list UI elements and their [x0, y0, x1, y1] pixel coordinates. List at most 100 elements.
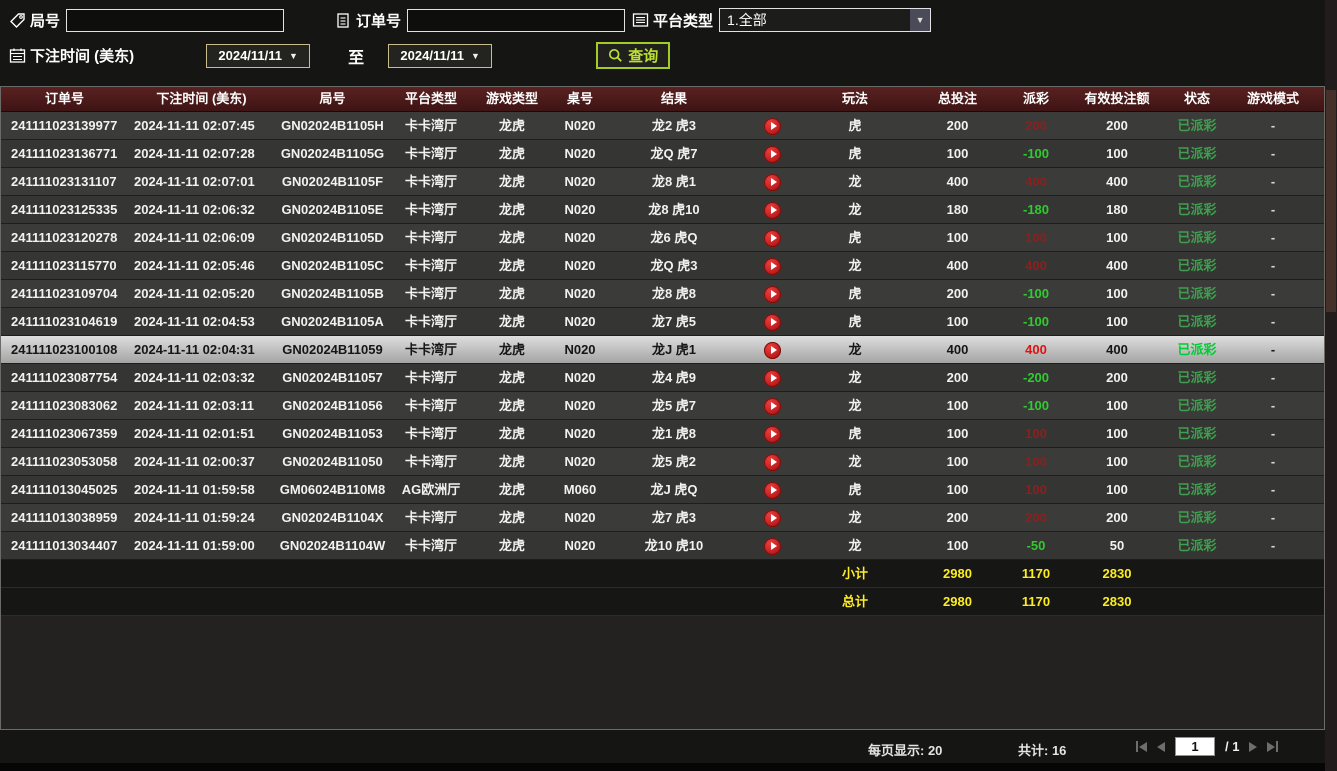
table-row[interactable]: 241111023053058 2024-11-11 02:00:37 GN02…: [1, 448, 1324, 476]
search-button[interactable]: 查询: [596, 42, 670, 69]
play-video-icon[interactable]: [764, 398, 781, 415]
cell-round: GN02024B1105A: [275, 308, 390, 335]
cell-platform: 卡卡湾厅: [390, 336, 472, 363]
table-row[interactable]: 241111023139977 2024-11-11 02:07:45 GN02…: [1, 112, 1324, 140]
cell-game-type: 龙虎: [472, 504, 552, 531]
app-window: 局号 订单号 平台类型 1.全部 ▼ 下注时间 (美东) 2024/11/11 …: [0, 0, 1337, 771]
cell-payout: 100: [1010, 420, 1062, 447]
platform-select[interactable]: 1.全部 ▼: [719, 8, 931, 32]
order-input[interactable]: [407, 9, 625, 32]
play-video-icon[interactable]: [764, 510, 781, 527]
play-video-icon[interactable]: [764, 370, 781, 387]
play-video-icon[interactable]: [764, 454, 781, 471]
play-video-icon[interactable]: [764, 146, 781, 163]
date-to-picker[interactable]: 2024/11/11 ▼: [388, 44, 492, 68]
cell-platform: 卡卡湾厅: [390, 392, 472, 419]
filter-bar-row2: 下注时间 (美东) 2024/11/11 ▼ 至 2024/11/11 ▼ 查询: [8, 42, 670, 69]
play-video-icon[interactable]: [764, 174, 781, 191]
cell-result: 龙10 虎10: [608, 532, 740, 559]
table-row[interactable]: 241111023104619 2024-11-11 02:04:53 GN02…: [1, 308, 1324, 336]
cell-total-bet: 180: [905, 196, 1010, 223]
play-video-icon[interactable]: [764, 426, 781, 443]
last-page-button[interactable]: [1267, 740, 1278, 754]
cell-game-type: 龙虎: [472, 336, 552, 363]
play-video-icon[interactable]: [764, 118, 781, 135]
cell-table-number: N020: [552, 308, 608, 335]
cell-game-mode: -: [1222, 364, 1324, 391]
play-video-icon[interactable]: [764, 538, 781, 555]
cell-bet-time: 2024-11-11 02:03:11: [128, 392, 275, 419]
table-row[interactable]: 241111023100108 2024-11-11 02:04:31 GN02…: [1, 336, 1324, 364]
cell-payout: -50: [1010, 532, 1062, 559]
col-header-payout: 派彩: [1010, 87, 1062, 111]
table-row[interactable]: 241111023083062 2024-11-11 02:03:11 GN02…: [1, 392, 1324, 420]
table-row[interactable]: 241111013034407 2024-11-11 01:59:00 GN02…: [1, 532, 1324, 560]
cell-game-mode: -: [1222, 196, 1324, 223]
platform-list-icon: [631, 11, 649, 29]
cell-video: [740, 168, 805, 195]
table-row[interactable]: 241111023131107 2024-11-11 02:07:01 GN02…: [1, 168, 1324, 196]
round-input[interactable]: [66, 9, 284, 32]
cell-table-number: N020: [552, 420, 608, 447]
scrollbar-thumb[interactable]: [1326, 90, 1336, 312]
table-row[interactable]: 241111023125335 2024-11-11 02:06:32 GN02…: [1, 196, 1324, 224]
table-row[interactable]: 241111023087754 2024-11-11 02:03:32 GN02…: [1, 364, 1324, 392]
cell-platform: 卡卡湾厅: [390, 168, 472, 195]
calendar-icon: [8, 47, 26, 65]
first-page-button[interactable]: [1136, 740, 1147, 754]
play-video-icon[interactable]: [764, 342, 781, 359]
table-row[interactable]: 241111023120278 2024-11-11 02:06:09 GN02…: [1, 224, 1324, 252]
cell-video: [740, 280, 805, 307]
play-video-icon[interactable]: [764, 202, 781, 219]
cell-round: GN02024B11053: [275, 420, 390, 447]
cell-total-bet: 400: [905, 168, 1010, 195]
cell-round: GN02024B11057: [275, 364, 390, 391]
cell-order: 241111023104619: [1, 308, 128, 335]
page-number-input[interactable]: 1: [1175, 737, 1215, 756]
table-row[interactable]: 241111023109704 2024-11-11 02:05:20 GN02…: [1, 280, 1324, 308]
subtotal-valid: 2830: [1062, 560, 1172, 587]
cell-game-type: 龙虎: [472, 308, 552, 335]
pagination-nav: 1 / 1: [1136, 737, 1278, 756]
date-from-picker[interactable]: 2024/11/11 ▼: [206, 44, 310, 68]
table-row[interactable]: 241111023136771 2024-11-11 02:07:28 GN02…: [1, 140, 1324, 168]
cell-game-mode: -: [1222, 392, 1324, 419]
col-header-time: 下注时间 (美东): [128, 87, 275, 111]
cell-payout: 100: [1010, 448, 1062, 475]
play-video-icon[interactable]: [764, 258, 781, 275]
cell-platform: 卡卡湾厅: [390, 112, 472, 139]
cell-total-bet: 100: [905, 392, 1010, 419]
play-video-icon[interactable]: [764, 314, 781, 331]
cell-play-type: 龙: [805, 168, 905, 195]
cell-bet-time: 2024-11-11 02:07:01: [128, 168, 275, 195]
cell-total-bet: 400: [905, 252, 1010, 279]
per-page-label: 每页显示: 20: [868, 740, 942, 759]
cell-table-number: N020: [552, 532, 608, 559]
cell-table-number: N020: [552, 336, 608, 363]
table-row[interactable]: 241111023115770 2024-11-11 02:05:46 GN02…: [1, 252, 1324, 280]
cell-result: 龙8 虎1: [608, 168, 740, 195]
cell-payout: 400: [1010, 252, 1062, 279]
table-row[interactable]: 241111023067359 2024-11-11 02:01:51 GN02…: [1, 420, 1324, 448]
play-video-icon[interactable]: [764, 230, 781, 247]
cell-order: 241111023087754: [1, 364, 128, 391]
play-video-icon[interactable]: [764, 482, 781, 499]
cell-round: GN02024B11056: [275, 392, 390, 419]
cell-payout: 200: [1010, 112, 1062, 139]
cell-result: 龙7 虎5: [608, 308, 740, 335]
play-video-icon[interactable]: [764, 286, 781, 303]
col-header-valid: 有效投注额: [1062, 87, 1172, 111]
cell-valid-bet: 100: [1062, 224, 1172, 251]
prev-page-button[interactable]: [1157, 740, 1165, 754]
cell-bet-time: 2024-11-11 02:04:53: [128, 308, 275, 335]
next-page-button[interactable]: [1249, 740, 1257, 754]
table-row[interactable]: 241111013045025 2024-11-11 01:59:58 GM06…: [1, 476, 1324, 504]
cell-order: 241111023139977: [1, 112, 128, 139]
table-row[interactable]: 241111013038959 2024-11-11 01:59:24 GN02…: [1, 504, 1324, 532]
cell-round: GN02024B1104W: [275, 532, 390, 559]
cell-status: 已派彩: [1172, 308, 1222, 335]
cell-status: 已派彩: [1172, 364, 1222, 391]
cell-bet-time: 2024-11-11 02:06:32: [128, 196, 275, 223]
cell-bet-time: 2024-11-11 02:06:09: [128, 224, 275, 251]
vertical-scrollbar[interactable]: [1325, 0, 1337, 771]
